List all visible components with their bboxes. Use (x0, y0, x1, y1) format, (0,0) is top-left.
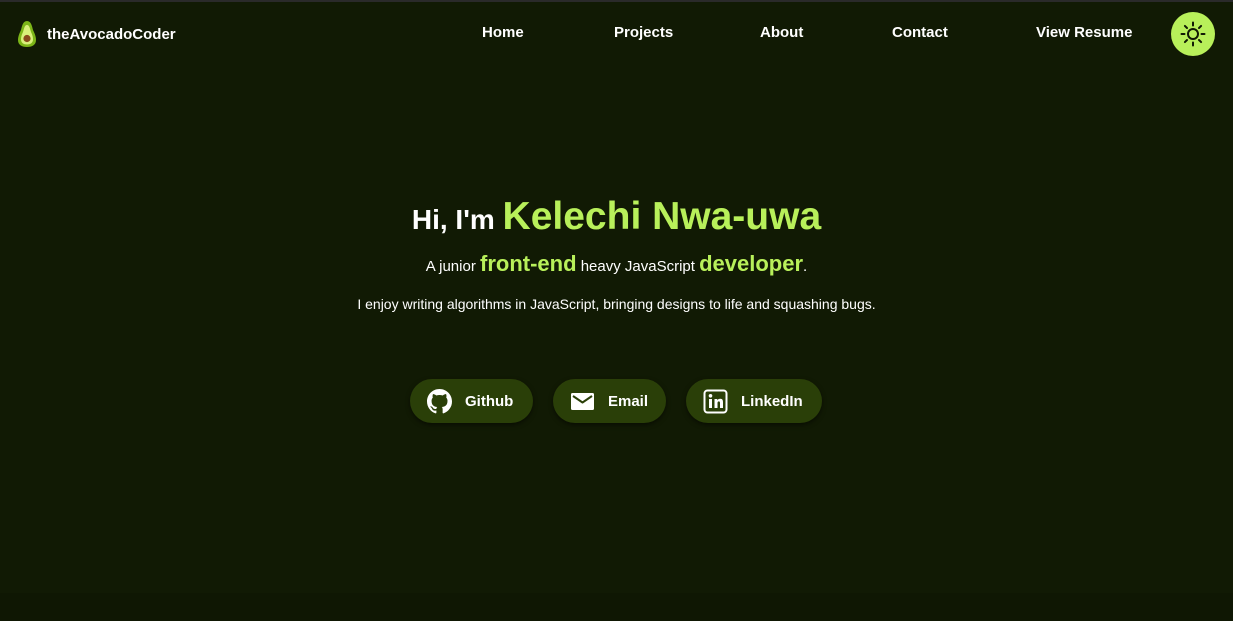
navbar: theAvocadoCoder Home Projects About Cont… (0, 2, 1233, 68)
nav-about-link[interactable]: About (760, 24, 803, 41)
github-button[interactable]: Github (410, 379, 533, 423)
github-icon (427, 388, 452, 413)
mail-icon (571, 392, 594, 410)
email-button[interactable]: Email (553, 379, 666, 423)
hero-description: I enjoy writing algorithms in JavaScript… (357, 296, 876, 312)
linkedin-label: LinkedIn (741, 392, 803, 410)
social-links: Github Email LinkedIn (0, 379, 1233, 423)
next-section-edge (0, 593, 1233, 621)
hero-sub-highlight-developer: developer (699, 251, 804, 276)
nav-links: Home Projects About Contact View Resume (0, 24, 1233, 46)
page: theAvocadoCoder Home Projects About Cont… (0, 0, 1233, 621)
hero-heading: Hi, I'm Kelechi Nwa-uwa (0, 192, 1233, 245)
hero-sub-highlight-frontend: front-end (480, 251, 577, 276)
nav-view-resume-link[interactable]: View Resume (1036, 24, 1132, 41)
nav-projects-link[interactable]: Projects (614, 24, 673, 41)
hero-sub-text-1: A junior (425, 258, 476, 275)
hero-sub-text-2: heavy JavaScript (580, 258, 695, 275)
linkedin-icon (703, 389, 728, 413)
nav-home-link[interactable]: Home (482, 24, 524, 41)
hero-greeting: Hi, I'm (411, 204, 495, 235)
hero-sub-period: . (803, 258, 808, 275)
hero-section: Hi, I'm Kelechi Nwa-uwa A junior front-e… (0, 192, 1233, 312)
github-label: Github (465, 392, 514, 410)
theme-toggle-button[interactable] (1171, 12, 1215, 56)
email-label: Email (608, 392, 649, 410)
linkedin-button[interactable]: LinkedIn (686, 379, 822, 423)
hero-name: Kelechi Nwa-uwa (502, 195, 822, 238)
sun-icon (1180, 21, 1206, 47)
nav-contact-link[interactable]: Contact (892, 24, 948, 41)
hero-subtitle: A junior front-end heavy JavaScript deve… (0, 247, 1233, 284)
